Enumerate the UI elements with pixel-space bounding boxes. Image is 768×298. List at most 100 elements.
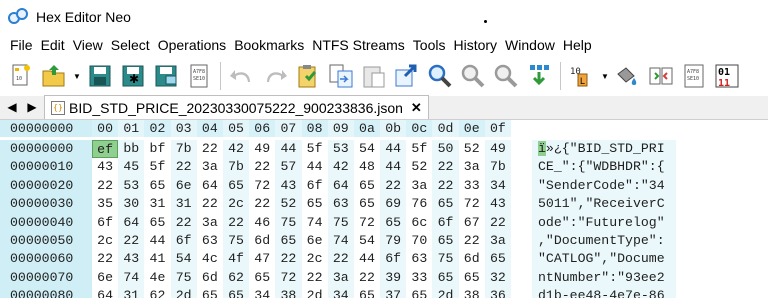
bit-operations-icon[interactable] (646, 60, 676, 92)
hex-byte[interactable]: 4c (197, 250, 223, 268)
hex-byte[interactable]: 2d (302, 287, 328, 298)
hex-byte[interactable]: 22 (249, 195, 275, 213)
hex-byte[interactable]: 44 (354, 250, 380, 268)
menu-file[interactable]: File (6, 34, 37, 56)
hex-byte[interactable]: 22 (118, 231, 145, 251)
hex-byte[interactable]: 6c (406, 214, 432, 232)
new-file-icon[interactable]: 10 (6, 60, 36, 92)
hex-byte[interactable]: 65 (222, 176, 250, 196)
hex-byte[interactable]: 31 (118, 287, 145, 298)
hex-byte[interactable]: 65 (302, 195, 328, 213)
hex-byte[interactable]: 65 (197, 287, 223, 298)
hex-byte[interactable]: 65 (432, 231, 459, 251)
download-icon[interactable] (524, 60, 554, 92)
hex-byte[interactable]: 43 (118, 250, 145, 269)
hex-byte[interactable]: 46 (249, 214, 275, 232)
ascii-text[interactable]: "SenderCode":"34 (532, 176, 676, 196)
hex-byte[interactable]: 6f (170, 231, 197, 251)
hex-byte[interactable]: 22 (484, 213, 511, 232)
hex-byte[interactable]: 22 (170, 158, 197, 177)
hex-byte[interactable]: 2d (170, 287, 197, 298)
hex-byte[interactable]: 22 (380, 176, 407, 196)
hex-byte[interactable]: 63 (327, 195, 354, 214)
menu-operations[interactable]: Operations (154, 34, 230, 56)
hex-byte[interactable]: 63 (406, 250, 432, 268)
hex-byte[interactable]: 75 (275, 213, 302, 232)
hex-byte[interactable]: 6f (92, 214, 118, 232)
menu-view[interactable]: View (69, 34, 107, 56)
hex-byte[interactable]: 32 (484, 268, 511, 288)
hex-byte[interactable]: 48 (354, 158, 380, 176)
hex-byte[interactable]: 49 (484, 140, 511, 159)
save-icon[interactable] (85, 60, 115, 92)
hex-byte[interactable]: 52 (459, 140, 485, 158)
hex-byte[interactable]: 75 (432, 250, 459, 269)
find-previous-icon[interactable] (491, 60, 521, 92)
hex-byte[interactable]: 65 (249, 269, 275, 287)
hex-byte[interactable]: 53 (327, 140, 354, 159)
hex-byte[interactable]: 6e (170, 176, 197, 196)
hex-byte[interactable]: 4e (144, 269, 170, 287)
hex-byte[interactable]: 43 (92, 158, 118, 176)
menu-select[interactable]: Select (107, 34, 154, 56)
hex-byte[interactable]: 65 (432, 195, 459, 214)
hex-byte[interactable]: 3a (197, 214, 223, 232)
ascii-text[interactable]: CE_":{"WDBHDR":{ (532, 158, 676, 177)
hex-byte[interactable]: 43 (275, 176, 302, 196)
hex-byte[interactable]: 38 (275, 287, 302, 298)
hex-byte[interactable]: ef (92, 140, 119, 159)
hex-byte[interactable]: 3a (406, 177, 432, 195)
hex-byte[interactable]: bb (118, 140, 145, 159)
hex-byte[interactable]: 6d (197, 269, 223, 287)
hex-byte[interactable]: 22 (275, 250, 302, 269)
hex-byte[interactable]: 7b (484, 158, 511, 177)
hex-byte[interactable]: 22 (197, 195, 223, 213)
previous-tab-icon[interactable]: ◀ (3, 98, 21, 116)
hex-byte[interactable]: 7b (222, 158, 250, 177)
hex-byte[interactable]: 3a (197, 158, 223, 176)
hex-byte[interactable]: 22 (354, 269, 380, 287)
hex-byte[interactable]: 62 (144, 287, 170, 298)
hex-byte[interactable]: 35 (92, 195, 118, 213)
hex-view[interactable]: 00000000 00 01 02 03 04 05 06 07 08 09 0a 0b 0c 0d 0e 0… (0, 120, 768, 298)
tab-document[interactable]: {} BID_STD_PRICE_20230330075222_90023383… (44, 95, 429, 119)
hex-byte[interactable]: 36 (484, 287, 511, 298)
menu-history[interactable]: History (449, 34, 501, 56)
hex-byte[interactable]: 4f (222, 250, 250, 269)
hex-byte[interactable]: 31 (170, 195, 197, 214)
hex-byte[interactable]: 33 (406, 269, 432, 287)
hex-byte[interactable]: 54 (354, 140, 380, 158)
hex-byte[interactable]: 22 (327, 250, 354, 269)
save-as-icon[interactable] (151, 60, 181, 92)
save-all-icon[interactable]: ✱ (118, 60, 148, 92)
binary-view-icon[interactable]: 01 11 (712, 60, 742, 92)
next-tab-icon[interactable]: ▶ (23, 98, 41, 116)
hex-byte[interactable]: 74 (327, 231, 354, 251)
hex-byte[interactable]: 22 (432, 158, 459, 177)
hex-byte[interactable]: 52 (406, 158, 432, 176)
hex-byte[interactable]: 6e (302, 232, 328, 250)
structure-icon[interactable]: A7F8 SE10 (679, 60, 709, 92)
hex-byte[interactable]: 22 (249, 158, 275, 176)
hex-byte[interactable]: 70 (406, 232, 432, 250)
find-next-icon[interactable] (458, 60, 488, 92)
open-dropdown-icon[interactable]: ▼ (72, 60, 82, 92)
hex-byte[interactable]: 65 (222, 287, 250, 298)
ascii-text[interactable]: d1b-ee48-4e7e-86 (532, 287, 676, 298)
hex-byte[interactable]: 75 (170, 268, 197, 288)
hex-byte[interactable]: 5f (302, 140, 328, 158)
hex-byte[interactable]: 65 (144, 214, 170, 232)
hex-byte[interactable]: 22 (302, 269, 328, 287)
hex-byte[interactable]: 2d (432, 287, 459, 298)
undo-icon[interactable] (227, 60, 257, 92)
find-icon[interactable] (425, 60, 455, 92)
hex-byte[interactable]: 45 (118, 158, 145, 177)
hex-byte[interactable]: 30 (118, 195, 145, 214)
ascii-text[interactable]: ï»¿{"BID_STD_PRI (532, 140, 676, 159)
hex-byte[interactable]: 75 (222, 231, 250, 251)
hex-byte[interactable]: 54 (354, 232, 380, 250)
hex-byte[interactable]: 65 (144, 177, 170, 195)
print-icon[interactable]: A7F8 SE10 (184, 60, 214, 92)
hex-byte[interactable]: 6f (302, 177, 328, 195)
hex-byte[interactable]: 22 (222, 213, 250, 232)
